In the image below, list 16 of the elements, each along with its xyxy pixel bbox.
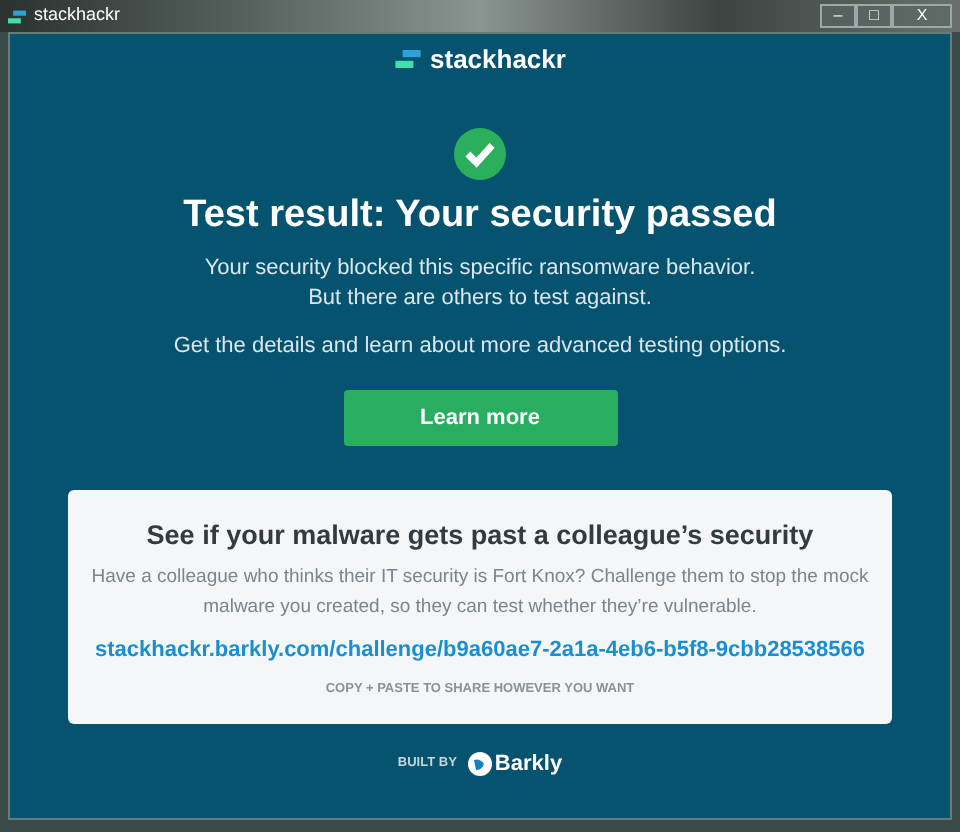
company-name: Barkly	[494, 749, 563, 780]
challenge-link[interactable]: stackhackr.barkly.com/challenge/b9a60ae7-2a1a-4eb6-b5f8-9cbb28538566	[94, 633, 866, 666]
window-title: stackhackr	[34, 2, 121, 29]
share-title: See if your malware gets past a colleague’s security	[146, 518, 814, 555]
details-text: Get the details and learn about more advanced testing options.	[173, 332, 787, 363]
result-text: But there are others to test against.	[308, 284, 652, 315]
result-title: Test result: Your security passed	[183, 191, 777, 239]
close-button[interactable]: X	[892, 4, 952, 28]
share-text: Have a colleague who thinks their IT security is Fort Knox? Challenge them to stop the mock malware you created, so they can test whether they’re vulnerable.	[89, 563, 871, 621]
company-logo-icon	[468, 752, 493, 776]
maximize-button[interactable]: □	[856, 4, 892, 28]
minimize-button[interactable]: –	[820, 4, 856, 28]
result-text: Your security blocked this specific ransomware behavior.	[204, 254, 756, 285]
stack-logo-icon	[8, 9, 26, 23]
brand-name: stackhackr	[430, 42, 566, 78]
stack-logo-icon	[394, 50, 423, 69]
